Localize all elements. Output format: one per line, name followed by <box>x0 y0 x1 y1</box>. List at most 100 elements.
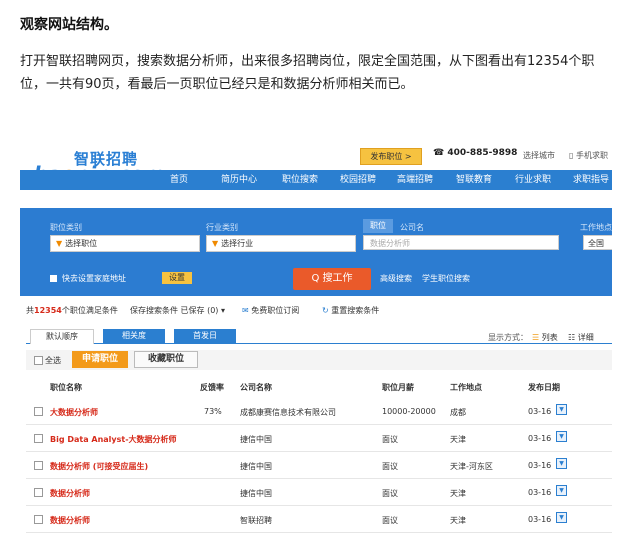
select-all-checkbox[interactable] <box>34 356 43 365</box>
nav-industry[interactable]: 行业求职 <box>515 170 551 190</box>
salary: 10000-20000 <box>382 407 436 416</box>
tabs-underline <box>26 343 612 344</box>
row-checkbox[interactable] <box>34 434 43 443</box>
header-location: 工作地点 <box>450 383 482 392</box>
nav-resume-center[interactable]: 简历中心 <box>221 170 257 190</box>
header-salary: 职位月薪 <box>382 383 414 392</box>
view-detail-option[interactable]: ☷ 详细 <box>568 332 594 343</box>
nav-guidance[interactable]: 求职指导 <box>573 170 609 190</box>
table-row: 数据分析师 智联招聘 面议 天津 03-16 ▼ <box>26 506 612 533</box>
expand-icon[interactable]: ▼ <box>556 512 567 523</box>
hotline-phone: ☎ 400-885-9898 <box>433 148 518 158</box>
expand-icon[interactable]: ▼ <box>556 458 567 469</box>
company-link[interactable]: 捷信中国 <box>240 461 272 472</box>
industry-select[interactable]: ▼ 选择行业 <box>206 235 356 252</box>
table-row: Big Data Analyst-大数据分析师 捷信中国 面议 天津 03-16… <box>26 425 612 452</box>
settings-button[interactable]: 设置 <box>162 272 192 284</box>
view-list-option[interactable]: ☰ 列表 <box>532 332 558 343</box>
select-all-label: 全选 <box>45 356 61 365</box>
city-select-link[interactable]: 选择城市 <box>523 150 555 161</box>
row-checkbox[interactable] <box>34 461 43 470</box>
header-date: 发布日期 <box>528 383 560 392</box>
expand-icon[interactable]: ▼ <box>556 404 567 415</box>
job-title-link[interactable]: 大数据分析师 <box>50 407 98 418</box>
dropdown-triangle-icon: ▼ <box>212 239 219 248</box>
tab-company[interactable]: 公司名 <box>400 222 424 233</box>
company-link[interactable]: 智联招聘 <box>240 515 272 526</box>
expand-icon[interactable]: ▼ <box>556 431 567 442</box>
post-date: 03-16 <box>528 515 552 524</box>
article-title: 观察网站结构。 <box>20 17 118 33</box>
salary: 面议 <box>382 489 398 498</box>
post-date: 03-16 <box>528 407 552 416</box>
salary: 面议 <box>382 516 398 525</box>
location-label: 工作地点 <box>580 223 612 232</box>
nav-campus[interactable]: 校园招聘 <box>340 170 376 190</box>
company-link[interactable]: 捷信中国 <box>240 488 272 499</box>
industry-label: 行业类别 <box>206 223 238 232</box>
salary: 面议 <box>382 435 398 444</box>
save-search-link[interactable]: 保存搜索条件 已保存 (0) ▾ <box>130 305 225 316</box>
salary: 面议 <box>382 462 398 471</box>
free-subscribe-link[interactable]: ✉ 免费职位订阅 <box>242 305 299 316</box>
student-search-link[interactable]: 学生职位搜索 <box>422 273 470 284</box>
tab-default-order[interactable]: 默认顺序 <box>30 329 94 344</box>
post-job-button[interactable]: 发布职位 > <box>360 148 422 165</box>
main-nav: 首页 简历中心 职位搜索 校园招聘 高端招聘 智联教育 行业求职 求职指导 <box>20 170 612 190</box>
nav-highend[interactable]: 高端招聘 <box>397 170 433 190</box>
tab-job[interactable]: 职位 <box>363 219 393 233</box>
detail-icon: ☷ <box>568 333 576 342</box>
location: 天津-河东区 <box>450 462 493 471</box>
zhaopin-screenshot: 智联招聘 zhaopin.com 发布职位 > ☎ 400-885-9898 选… <box>20 142 612 542</box>
apply-job-button[interactable]: 申请职位 <box>72 351 128 368</box>
post-date: 03-16 <box>528 461 552 470</box>
row-checkbox[interactable] <box>34 515 43 524</box>
list-icon: ☰ <box>532 333 540 342</box>
category-label: 职位类别 <box>50 223 82 232</box>
location: 成都 <box>450 408 466 417</box>
search-job-button[interactable]: Q 搜工作 <box>293 268 371 290</box>
company-link[interactable]: 捷信中国 <box>240 434 272 445</box>
location-select[interactable]: 全国 <box>583 235 612 250</box>
article-paragraph: 打开智联招聘网页，搜索数据分析师，出来很多招聘岗位，限定全国范围，从下图看出有1… <box>20 54 595 92</box>
mobile-job-link[interactable]: ▯ 手机求职 <box>569 150 608 161</box>
location: 天津 <box>450 489 466 498</box>
tab-relevance[interactable]: 相关度 <box>103 329 165 343</box>
mail-icon: ✉ <box>242 306 249 315</box>
keyword-input[interactable]: 数据分析师 <box>363 235 559 250</box>
action-toolbar: 全选 申请职位 收藏职位 <box>26 350 612 370</box>
refresh-icon: ↻ <box>322 306 329 315</box>
header-feedback-rate: 反馈率 <box>200 383 224 392</box>
job-title-link[interactable]: Big Data Analyst-大数据分析师 <box>50 434 177 445</box>
feedback-rate: 73% <box>204 407 222 416</box>
home-address-label: 快去设置家庭地址 <box>62 274 126 283</box>
table-row: 大数据分析师 73% 成都康赛信息技术有限公司 10000-20000 成都 0… <box>26 398 612 425</box>
expand-icon[interactable]: ▼ <box>556 485 567 496</box>
table-row: 数据分析师 (可接受应届生) 捷信中国 面议 天津-河东区 03-16 ▼ <box>26 452 612 479</box>
header-company: 公司名称 <box>240 383 272 392</box>
post-date: 03-16 <box>528 488 552 497</box>
job-title-link[interactable]: 数据分析师 <box>50 488 90 499</box>
location: 天津 <box>450 435 466 444</box>
result-count: 共12354个职位满足条件 <box>26 306 118 315</box>
row-checkbox[interactable] <box>34 407 43 416</box>
category-select[interactable]: ▼ 选择职位 <box>50 235 200 252</box>
home-address-checkbox[interactable] <box>50 275 57 282</box>
favorite-job-button[interactable]: 收藏职位 <box>134 351 198 368</box>
company-link[interactable]: 成都康赛信息技术有限公司 <box>240 407 336 418</box>
post-date: 03-16 <box>528 434 552 443</box>
job-title-link[interactable]: 数据分析师 <box>50 515 90 526</box>
table-row: 数据分析师 捷信中国 面议 天津 03-16 ▼ <box>26 479 612 506</box>
nav-home[interactable]: 首页 <box>170 170 188 190</box>
job-title-link[interactable]: 数据分析师 (可接受应届生) <box>50 461 148 472</box>
dropdown-triangle-icon: ▼ <box>56 239 63 248</box>
location: 天津 <box>450 516 466 525</box>
header-job-title: 职位名称 <box>50 383 82 392</box>
row-checkbox[interactable] <box>34 488 43 497</box>
advanced-search-link[interactable]: 高级搜索 <box>380 273 412 284</box>
display-mode-label: 显示方式： <box>488 333 528 342</box>
nav-job-search[interactable]: 职位搜索 <box>282 170 318 190</box>
nav-education[interactable]: 智联教育 <box>456 170 492 190</box>
tab-first-date[interactable]: 首发日 <box>174 329 236 343</box>
reset-search-link[interactable]: ↻ 重置搜索条件 <box>322 305 379 316</box>
